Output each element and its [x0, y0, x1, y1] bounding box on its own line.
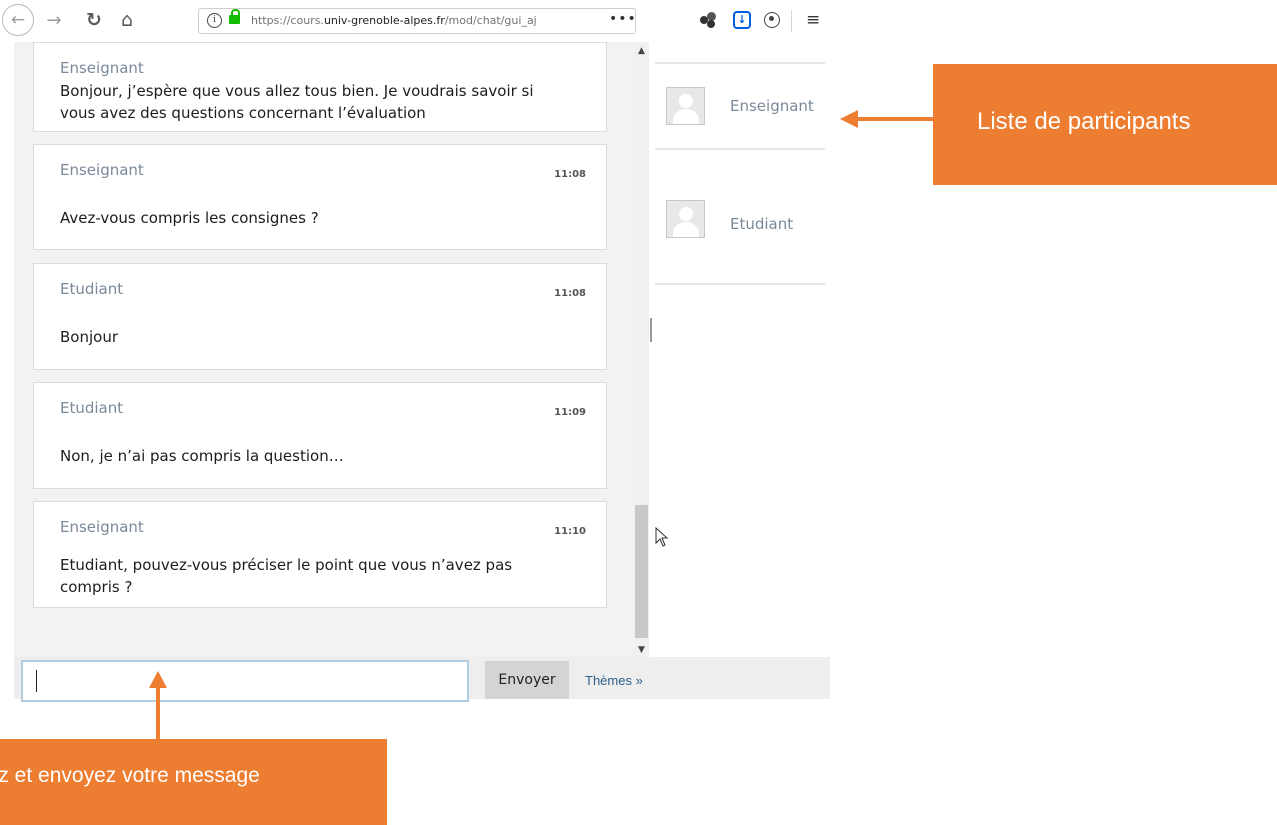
- send-button[interactable]: Envoyer: [485, 661, 569, 699]
- participants-callout-text: Liste de participants: [977, 108, 1191, 135]
- scrollbar-thumb[interactable]: [635, 505, 648, 638]
- participant-item[interactable]: Enseignant: [666, 87, 836, 127]
- message-text: Non, je n’ai pas compris la question…: [60, 447, 344, 465]
- avatar: [666, 200, 705, 238]
- message-time: 11:09: [554, 407, 586, 418]
- account-icon[interactable]: [764, 12, 780, 28]
- participants-divider: [655, 283, 825, 285]
- message-input[interactable]: [21, 660, 469, 702]
- message-author: Enseignant: [60, 518, 144, 536]
- annotation-arrow-head: [840, 110, 858, 128]
- url-fade: [551, 11, 581, 31]
- url-prefix: https://cours.: [251, 14, 324, 27]
- panel-resize-handle[interactable]: [650, 318, 652, 342]
- info-icon[interactable]: i: [207, 13, 222, 28]
- chat-scrollbar[interactable]: ▲ ▼: [634, 42, 649, 657]
- participants-callout: Liste de participants: [933, 64, 1277, 185]
- annotation-arrow: [156, 686, 160, 740]
- forward-arrow-icon[interactable]: →: [40, 6, 68, 34]
- address-bar[interactable]: i https://cours.univ-grenoble-alpes.fr/m…: [198, 8, 636, 34]
- chat-message: Enseignant Bonjour, j’espère que vous al…: [33, 42, 607, 132]
- chat-message: Enseignant 11:08 Avez-vous compris les c…: [33, 144, 607, 250]
- message-text: Bonjour: [60, 328, 118, 346]
- text-caret: [36, 670, 37, 692]
- hamburger-menu-icon[interactable]: ≡: [806, 10, 820, 30]
- participants-divider: [655, 62, 825, 64]
- toolbar-separator: [791, 10, 792, 32]
- participants-divider: [655, 148, 825, 150]
- message-time: 11:08: [554, 169, 586, 180]
- extension-icon[interactable]: [700, 12, 717, 29]
- home-icon[interactable]: ⌂: [113, 6, 141, 34]
- message-author: Enseignant: [60, 161, 144, 179]
- message-time: 11:08: [554, 288, 586, 299]
- message-text: Avez-vous compris les consignes ?: [60, 209, 319, 227]
- themes-link[interactable]: Thèmes »: [585, 673, 643, 688]
- reload-icon[interactable]: ↻: [80, 6, 108, 34]
- message-author: Enseignant: [60, 59, 144, 77]
- chat-message: Etudiant 11:08 Bonjour: [33, 263, 607, 370]
- lock-icon[interactable]: [229, 9, 240, 24]
- mouse-pointer-icon: [655, 527, 669, 547]
- participant-name: Etudiant: [730, 215, 794, 233]
- download-icon[interactable]: ↓: [733, 11, 751, 29]
- message-callout-text: Ecrivez et envoyez votre message: [0, 764, 260, 787]
- message-text: Etudiant, pouvez-vous préciser le point …: [60, 556, 513, 596]
- avatar: [666, 87, 705, 125]
- annotation-arrow: [856, 117, 934, 121]
- message-author: Etudiant: [60, 399, 124, 417]
- scroll-up-icon[interactable]: ▲: [634, 46, 649, 56]
- url-text[interactable]: https://cours.univ-grenoble-alpes.fr/mod…: [251, 14, 571, 27]
- browser-toolbar: ← → ↻ ⌂ i https://cours.univ-grenoble-al…: [0, 0, 830, 42]
- message-author: Etudiant: [60, 280, 124, 298]
- message-text: Bonjour, j’espère que vous allez tous bi…: [60, 82, 534, 122]
- participant-name: Enseignant: [730, 97, 814, 115]
- message-callout: Ecrivez et envoyez votre message: [0, 739, 387, 825]
- url-path: /mod/chat/gui_aj: [444, 14, 537, 27]
- back-arrow-icon[interactable]: ←: [2, 4, 34, 36]
- more-actions-icon[interactable]: •••: [609, 11, 637, 27]
- chat-message: Etudiant 11:09 Non, je n’ai pas compris …: [33, 382, 607, 489]
- url-domain: univ-grenoble-alpes.fr: [323, 14, 445, 27]
- scroll-down-icon[interactable]: ▼: [634, 645, 649, 655]
- message-time: 11:10: [554, 526, 586, 537]
- chat-message: Enseignant 11:10 Etudiant, pouvez-vous p…: [33, 501, 607, 608]
- participant-item[interactable]: Etudiant: [666, 200, 836, 240]
